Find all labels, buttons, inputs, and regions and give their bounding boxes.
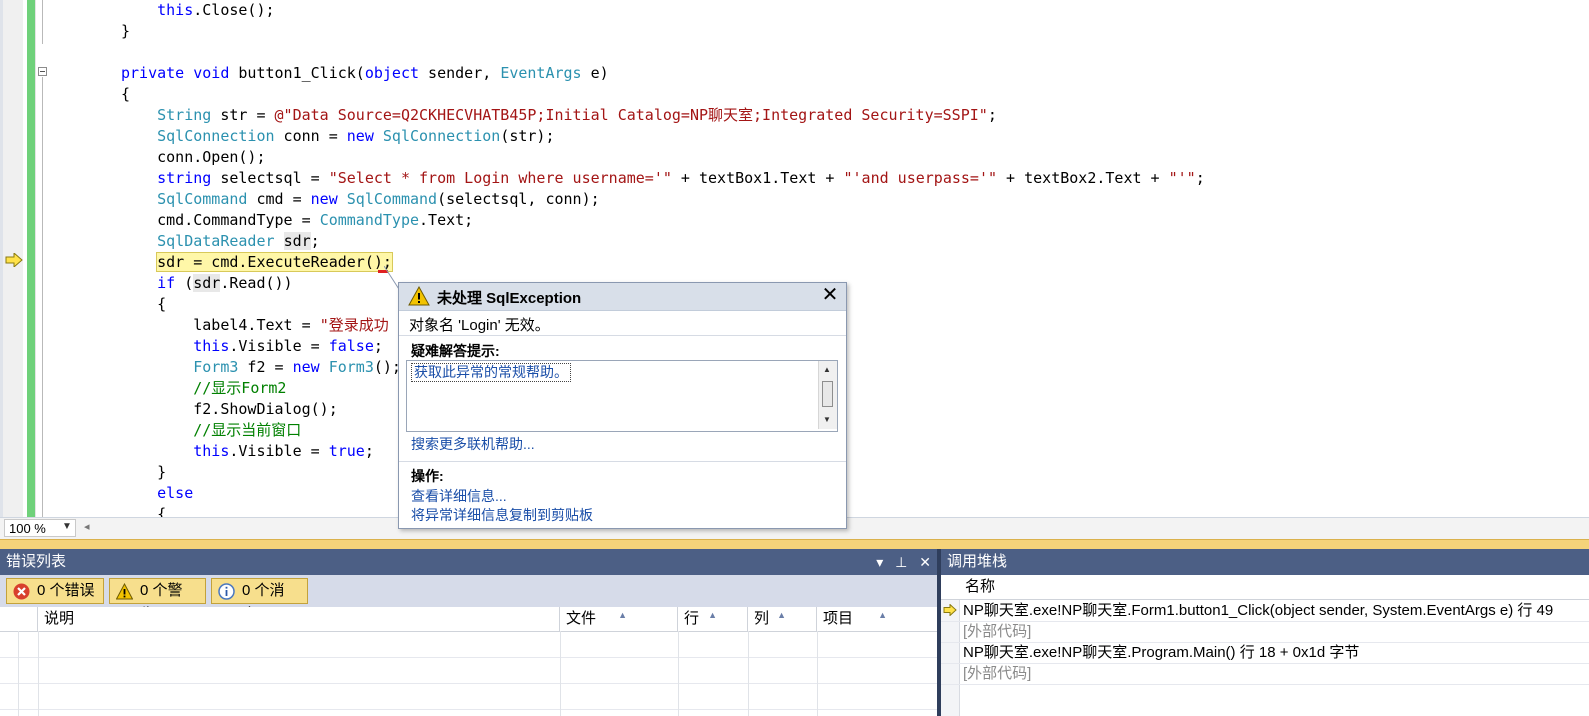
table-row	[0, 684, 937, 710]
messages-filter-button[interactable]: 0 个消息	[211, 578, 308, 623]
code-line[interactable]: sdr = cmd.ExecuteReader();	[121, 252, 393, 273]
section-divider	[399, 461, 846, 462]
code-line[interactable]: this.Visible = true;	[121, 441, 374, 462]
view-details-link[interactable]: 查看详细信息...	[411, 486, 507, 506]
collapse-toggle[interactable]	[38, 67, 47, 76]
actions-label: 操作:	[411, 468, 444, 484]
column-divider	[38, 631, 39, 716]
call-stack-row[interactable]: [外部代码]	[941, 663, 1589, 685]
warning-icon	[408, 286, 430, 306]
exception-title: 未处理 SqlException	[437, 290, 582, 307]
pin-icon[interactable]: ⊥	[895, 554, 907, 570]
general-help-link[interactable]: 获取此异常的常规帮助。	[411, 363, 571, 382]
zoom-value: 100 %	[9, 521, 46, 536]
column-divider	[748, 631, 749, 716]
code-line[interactable]: }	[121, 21, 130, 42]
code-line[interactable]: label4.Text = "登录成功	[121, 315, 388, 336]
call-stack-title-text: 调用堆栈	[947, 553, 1008, 570]
code-line[interactable]: {	[121, 294, 166, 315]
code-line[interactable]: else	[121, 483, 193, 504]
call-stack-frame: [外部代码]	[963, 665, 1032, 682]
warning-icon	[116, 583, 133, 600]
column-divider	[560, 631, 561, 716]
error-list-panel: 错误列表 ▾ ⊥ ✕ 0 个错误 0 个警告	[0, 549, 937, 716]
current-statement-arrow-icon	[5, 253, 23, 267]
call-stack-row[interactable]: [外部代码]	[941, 621, 1589, 643]
code-line[interactable]: string selectsql = "Select * from Login …	[121, 168, 1205, 189]
table-row	[0, 632, 937, 658]
column-divider	[817, 631, 818, 716]
call-stack-frame: NP聊天室.exe!NP聊天室.Program.Main() 行 18 + 0x…	[963, 644, 1360, 661]
troubleshooting-label: 疑难解答提示:	[411, 343, 500, 359]
code-line[interactable]: private void button1_Click(object sender…	[121, 63, 609, 84]
column-divider	[678, 631, 679, 716]
info-icon	[218, 583, 235, 600]
code-line[interactable]: //显示Form2	[121, 378, 286, 399]
code-line[interactable]: Form3 f2 = new Form3();	[121, 357, 401, 378]
code-line[interactable]: {	[121, 84, 130, 105]
close-icon[interactable]: ✕	[820, 284, 840, 306]
table-row	[0, 658, 937, 684]
code-line[interactable]: SqlCommand cmd = new SqlCommand(selectsq…	[121, 189, 600, 210]
column-header-name[interactable]: 名称	[959, 575, 1589, 599]
column-header-project[interactable]: 项目 ▲	[817, 607, 937, 631]
outline-guide	[42, 77, 43, 522]
scroll-left-icon[interactable]: ◂	[84, 520, 90, 533]
error-list-title-text: 错误列表	[6, 553, 67, 570]
code-line[interactable]: if (sdr.Read())	[121, 273, 293, 294]
close-icon[interactable]: ✕	[919, 554, 931, 570]
copy-details-link[interactable]: 将异常详细信息复制到剪贴板	[411, 505, 593, 525]
scroll-thumb[interactable]	[822, 381, 833, 407]
call-stack-panel: 调用堆栈 名称 NP聊天室.exe!NP聊天室.Form1.button1_Cl…	[941, 549, 1589, 716]
call-stack-frame: [外部代码]	[963, 623, 1032, 640]
code-line[interactable]: this.Visible = false;	[121, 336, 383, 357]
section-divider	[399, 335, 846, 336]
error-list-header: 说明 文件 ▲ 行 ▲ 列 ▲ 项目 ▲	[0, 607, 937, 632]
troubleshooting-list[interactable]: 获取此异常的常规帮助。 ▲ ▼	[406, 360, 838, 432]
scroll-down-icon[interactable]: ▼	[823, 415, 831, 424]
code-line[interactable]: cmd.CommandType = CommandType.Text;	[121, 210, 473, 231]
scroll-up-icon[interactable]: ▲	[823, 365, 831, 374]
call-stack-header: 名称	[941, 575, 1589, 600]
code-line[interactable]: SqlConnection conn = new SqlConnection(s…	[121, 126, 554, 147]
call-stack-row[interactable]: NP聊天室.exe!NP聊天室.Program.Main() 行 18 + 0x…	[941, 642, 1589, 664]
errors-filter-button[interactable]: 0 个错误	[6, 578, 104, 604]
call-stack-frame: NP聊天室.exe!NP聊天室.Form1.button1_Click(obje…	[963, 602, 1554, 619]
code-line[interactable]: String str = @"Data Source=Q2CKHECVHATB4…	[121, 105, 997, 126]
call-stack-title: 调用堆栈	[941, 549, 1589, 575]
outline-guide	[42, 0, 43, 44]
error-list-title: 错误列表 ▾ ⊥ ✕	[0, 549, 937, 575]
search-online-help-link[interactable]: 搜索更多联机帮助...	[411, 434, 535, 454]
column-header-icon[interactable]	[0, 607, 38, 631]
errors-filter-label: 0 个错误	[37, 582, 95, 599]
code-line[interactable]: this.Close();	[121, 0, 274, 21]
column-header-file[interactable]: 文件 ▲	[560, 607, 678, 631]
current-frame-arrow-icon	[943, 604, 957, 616]
error-list-toolbar: 0 个错误 0 个警告 0 个消息	[0, 575, 937, 623]
code-line[interactable]: //显示当前窗口	[121, 420, 301, 441]
warnings-filter-button[interactable]: 0 个警告	[109, 578, 206, 623]
exception-message: 对象名 'Login' 无效。	[409, 317, 550, 334]
code-line[interactable]: SqlDataReader sdr;	[121, 231, 320, 252]
error-icon	[13, 583, 30, 600]
list-scrollbar[interactable]: ▲ ▼	[818, 361, 837, 429]
code-line[interactable]: f2.ShowDialog();	[121, 399, 338, 420]
chevron-down-icon[interactable]: ▼	[62, 521, 72, 532]
column-header-column[interactable]: 列 ▲	[748, 607, 817, 631]
outline-separator	[35, 0, 36, 522]
column-divider	[18, 631, 19, 716]
call-stack-row[interactable]: NP聊天室.exe!NP聊天室.Form1.button1_Click(obje…	[941, 600, 1589, 622]
change-tracking-bar	[27, 0, 35, 522]
code-line[interactable]: conn.Open();	[121, 147, 265, 168]
column-header-line[interactable]: 行 ▲	[678, 607, 748, 631]
column-header-description[interactable]: 说明	[38, 607, 560, 631]
panel-menu-icon[interactable]: ▾	[876, 554, 883, 570]
exception-header: 未处理 SqlException ✕	[399, 283, 846, 311]
code-line[interactable]: }	[121, 462, 166, 483]
exception-assistant: 未处理 SqlException ✕ 对象名 'Login' 无效。 疑难解答提…	[398, 282, 847, 529]
